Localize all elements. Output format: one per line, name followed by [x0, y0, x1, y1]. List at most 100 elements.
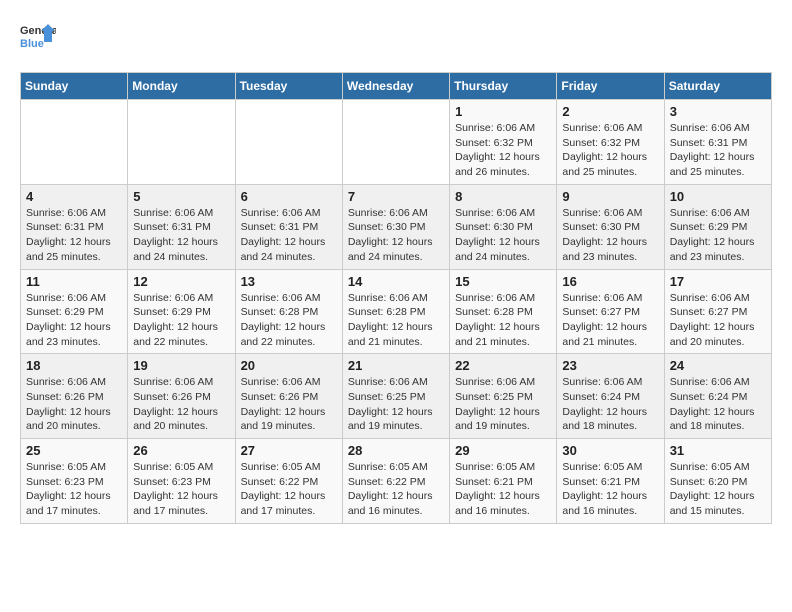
cell-content: Sunrise: 6:06 AMSunset: 6:30 PMDaylight:… [455, 206, 551, 265]
week-row-5: 25 Sunrise: 6:05 AMSunset: 6:23 PMDayligh… [21, 439, 772, 524]
calendar-cell: 15 Sunrise: 6:06 AMSunset: 6:28 PMDayligh… [450, 269, 557, 354]
day-header-tuesday: Tuesday [235, 73, 342, 100]
calendar-cell [235, 100, 342, 185]
week-row-4: 18 Sunrise: 6:06 AMSunset: 6:26 PMDayligh… [21, 354, 772, 439]
calendar-cell: 30 Sunrise: 6:05 AMSunset: 6:21 PMDayligh… [557, 439, 664, 524]
cell-content: Sunrise: 6:05 AMSunset: 6:21 PMDaylight:… [562, 460, 658, 519]
day-number: 15 [455, 274, 551, 289]
cell-content: Sunrise: 6:06 AMSunset: 6:31 PMDaylight:… [133, 206, 229, 265]
day-number: 31 [670, 443, 766, 458]
day-number: 30 [562, 443, 658, 458]
calendar-cell [21, 100, 128, 185]
cell-content: Sunrise: 6:06 AMSunset: 6:26 PMDaylight:… [241, 375, 337, 434]
cell-content: Sunrise: 6:05 AMSunset: 6:23 PMDaylight:… [133, 460, 229, 519]
calendar-cell [342, 100, 449, 185]
day-number: 13 [241, 274, 337, 289]
cell-content: Sunrise: 6:05 AMSunset: 6:22 PMDaylight:… [241, 460, 337, 519]
day-number: 16 [562, 274, 658, 289]
logo-graphic: General Blue [20, 20, 56, 56]
cell-content: Sunrise: 6:06 AMSunset: 6:26 PMDaylight:… [133, 375, 229, 434]
calendar-cell: 9Sunrise: 6:06 AMSunset: 6:30 PMDaylight… [557, 184, 664, 269]
day-number: 27 [241, 443, 337, 458]
day-number: 3 [670, 104, 766, 119]
calendar-cell: 14Sunrise: 6:06 AMSunset: 6:28 PMDayligh… [342, 269, 449, 354]
day-header-monday: Monday [128, 73, 235, 100]
cell-content: Sunrise: 6:06 AMSunset: 6:26 PMDaylight:… [26, 375, 122, 434]
cell-content: Sunrise: 6:06 AMSunset: 6:32 PMDaylight:… [455, 121, 551, 180]
day-header-wednesday: Wednesday [342, 73, 449, 100]
calendar-cell: 29 Sunrise: 6:05 AMSunset: 6:21 PMDayligh… [450, 439, 557, 524]
calendar-cell: 13 Sunrise: 6:06 AMSunset: 6:28 PMDayligh… [235, 269, 342, 354]
calendar-cell: 27 Sunrise: 6:05 AMSunset: 6:22 PMDayligh… [235, 439, 342, 524]
cell-content: Sunrise: 6:06 AMSunset: 6:29 PMDaylight:… [670, 206, 766, 265]
calendar-cell [128, 100, 235, 185]
calendar-cell: 22 Sunrise: 6:06 AMSunset: 6:25 PMDayligh… [450, 354, 557, 439]
week-row-3: 11 Sunrise: 6:06 AMSunset: 6:29 PMDayligh… [21, 269, 772, 354]
cell-content: Sunrise: 6:06 AMSunset: 6:30 PMDaylight:… [348, 206, 444, 265]
calendar-cell: 25 Sunrise: 6:05 AMSunset: 6:23 PMDayligh… [21, 439, 128, 524]
cell-content: Sunrise: 6:06 AMSunset: 6:24 PMDaylight:… [670, 375, 766, 434]
day-number: 11 [26, 274, 122, 289]
day-number: 2 [562, 104, 658, 119]
header-row: SundayMondayTuesdayWednesdayThursdayFrid… [21, 73, 772, 100]
day-number: 12 [133, 274, 229, 289]
calendar-cell: 19 Sunrise: 6:06 AMSunset: 6:26 PMDayligh… [128, 354, 235, 439]
logo: General Blue [20, 20, 56, 56]
day-number: 7 [348, 189, 444, 204]
calendar-cell: 11Sunrise: 6:06 AMSunset: 6:29 PMDayligh… [21, 269, 128, 354]
calendar-cell: 24Sunrise: 6:06 AMSunset: 6:24 PMDayligh… [664, 354, 771, 439]
cell-content: Sunrise: 6:06 AMSunset: 6:28 PMDaylight:… [241, 291, 337, 350]
calendar-cell: 16 Sunrise: 6:06 AMSunset: 6:27 PMDayligh… [557, 269, 664, 354]
cell-content: Sunrise: 6:06 AMSunset: 6:31 PMDaylight:… [26, 206, 122, 265]
calendar-cell: 28 Sunrise: 6:05 AMSunset: 6:22 PMDayligh… [342, 439, 449, 524]
calendar-cell: 1 Sunrise: 6:06 AMSunset: 6:32 PMDaylight… [450, 100, 557, 185]
day-number: 21 [348, 358, 444, 373]
calendar-cell: 5Sunrise: 6:06 AMSunset: 6:31 PMDaylight… [128, 184, 235, 269]
day-number: 1 [455, 104, 551, 119]
day-number: 20 [241, 358, 337, 373]
cell-content: Sunrise: 6:06 AMSunset: 6:27 PMDaylight:… [562, 291, 658, 350]
day-number: 6 [241, 189, 337, 204]
cell-content: Sunrise: 6:06 AMSunset: 6:31 PMDaylight:… [241, 206, 337, 265]
day-number: 29 [455, 443, 551, 458]
calendar-cell: 2 Sunrise: 6:06 AMSunset: 6:32 PMDaylight… [557, 100, 664, 185]
day-number: 17 [670, 274, 766, 289]
calendar-cell: 21Sunrise: 6:06 AMSunset: 6:25 PMDayligh… [342, 354, 449, 439]
day-number: 10 [670, 189, 766, 204]
calendar-cell: 7 Sunrise: 6:06 AMSunset: 6:30 PMDaylight… [342, 184, 449, 269]
day-number: 4 [26, 189, 122, 204]
cell-content: Sunrise: 6:06 AMSunset: 6:31 PMDaylight:… [670, 121, 766, 180]
calendar-cell: 23 Sunrise: 6:06 AMSunset: 6:24 PMDayligh… [557, 354, 664, 439]
calendar-cell: 8 Sunrise: 6:06 AMSunset: 6:30 PMDaylight… [450, 184, 557, 269]
cell-content: Sunrise: 6:06 AMSunset: 6:25 PMDaylight:… [455, 375, 551, 434]
day-number: 26 [133, 443, 229, 458]
day-number: 22 [455, 358, 551, 373]
svg-text:Blue: Blue [20, 38, 44, 50]
cell-content: Sunrise: 6:06 AMSunset: 6:28 PMDaylight:… [455, 291, 551, 350]
calendar-table: SundayMondayTuesdayWednesdayThursdayFrid… [20, 72, 772, 524]
cell-content: Sunrise: 6:06 AMSunset: 6:30 PMDaylight:… [562, 206, 658, 265]
cell-content: Sunrise: 6:05 AMSunset: 6:21 PMDaylight:… [455, 460, 551, 519]
day-number: 28 [348, 443, 444, 458]
day-header-friday: Friday [557, 73, 664, 100]
day-header-thursday: Thursday [450, 73, 557, 100]
day-number: 25 [26, 443, 122, 458]
calendar-cell: 20 Sunrise: 6:06 AMSunset: 6:26 PMDayligh… [235, 354, 342, 439]
day-number: 19 [133, 358, 229, 373]
day-number: 18 [26, 358, 122, 373]
calendar-cell: 12 Sunrise: 6:06 AMSunset: 6:29 PMDayligh… [128, 269, 235, 354]
cell-content: Sunrise: 6:05 AMSunset: 6:23 PMDaylight:… [26, 460, 122, 519]
calendar-cell: 10 Sunrise: 6:06 AMSunset: 6:29 PMDayligh… [664, 184, 771, 269]
cell-content: Sunrise: 6:06 AMSunset: 6:29 PMDaylight:… [133, 291, 229, 350]
cell-content: Sunrise: 6:06 AMSunset: 6:32 PMDaylight:… [562, 121, 658, 180]
calendar-cell: 6 Sunrise: 6:06 AMSunset: 6:31 PMDaylight… [235, 184, 342, 269]
day-number: 8 [455, 189, 551, 204]
week-row-1: 1 Sunrise: 6:06 AMSunset: 6:32 PMDaylight… [21, 100, 772, 185]
day-number: 23 [562, 358, 658, 373]
cell-content: Sunrise: 6:05 AMSunset: 6:22 PMDaylight:… [348, 460, 444, 519]
cell-content: Sunrise: 6:06 AMSunset: 6:28 PMDaylight:… [348, 291, 444, 350]
page-header: General Blue [20, 20, 772, 56]
calendar-cell: 31Sunrise: 6:05 AMSunset: 6:20 PMDayligh… [664, 439, 771, 524]
cell-content: Sunrise: 6:06 AMSunset: 6:24 PMDaylight:… [562, 375, 658, 434]
logo-icon: General Blue [20, 20, 56, 56]
